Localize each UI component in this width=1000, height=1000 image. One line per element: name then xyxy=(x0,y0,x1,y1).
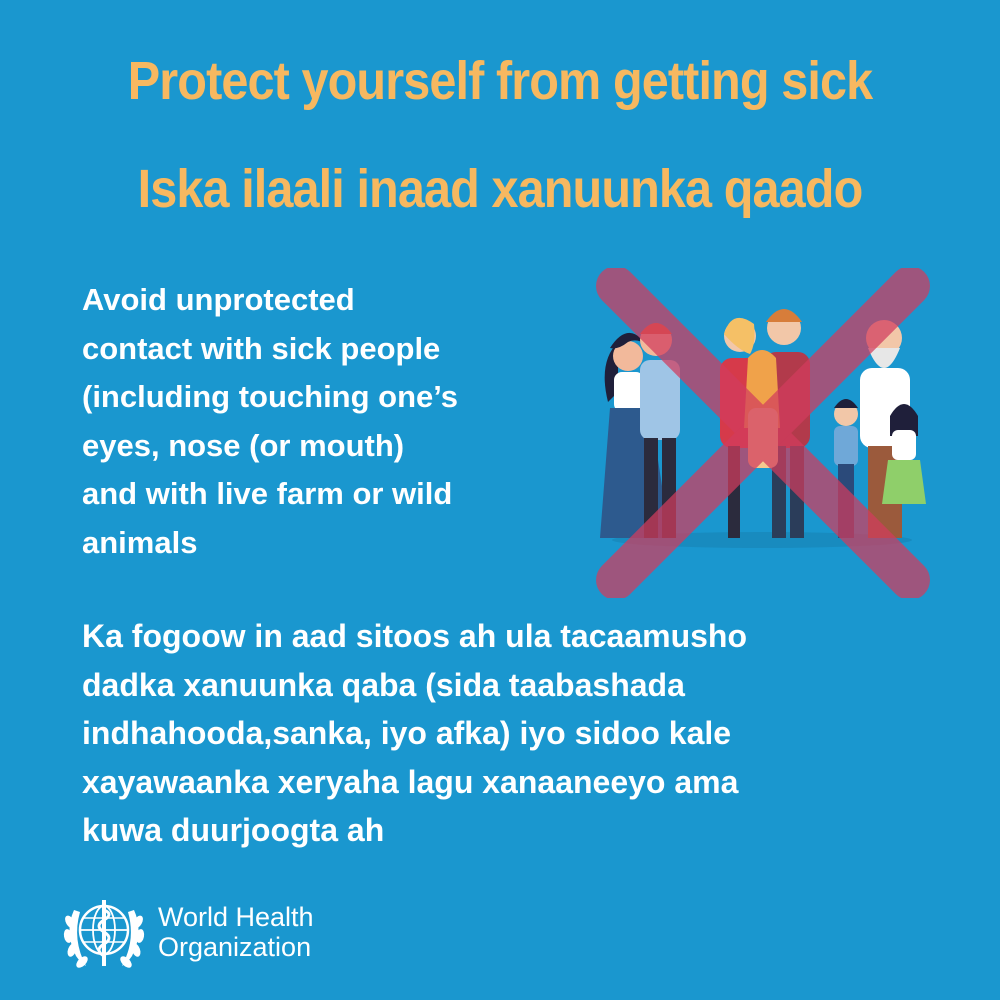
text-line: eyes, nose (or mouth) xyxy=(82,427,405,463)
text-line: and with live farm or wild xyxy=(82,476,453,511)
text-line: (including touching one’s xyxy=(82,379,458,414)
who-wordmark: World Health Organization xyxy=(158,902,314,962)
text-line: indhahooda,sanka, iyo afka) iyo sidoo ka… xyxy=(82,715,732,751)
text-line: kuwa duurjoogta ah xyxy=(82,812,385,848)
org-name-line1: World Health xyxy=(158,902,314,932)
who-emblem-icon xyxy=(63,900,145,968)
org-name-line2: Organization xyxy=(158,932,312,962)
text-line: dadka xanuunka qaba (sida taabashada xyxy=(82,666,685,703)
text-line: contact with sick people xyxy=(82,330,441,366)
text-line: animals xyxy=(82,524,198,560)
body-text-somali: Ka fogoow in aad sitoos ah ula tacaamush… xyxy=(82,612,912,855)
body-text-english: Avoid unprotected contact with sick peop… xyxy=(82,276,552,567)
text-line: Avoid unprotected xyxy=(82,282,355,317)
text-line: xayawaanka xeryaha lagu xanaaneeyo ama xyxy=(82,763,739,800)
crossed-out-family-icon xyxy=(588,266,936,600)
title-english: Protect yourself from getting sick xyxy=(127,51,873,111)
who-logo: World Health Organization xyxy=(60,888,360,978)
text-line: Ka fogoow in aad sitoos ah ula tacaamush… xyxy=(82,618,747,654)
title-somali: Iska ilaali inaad xanuunka qaado xyxy=(137,159,864,219)
